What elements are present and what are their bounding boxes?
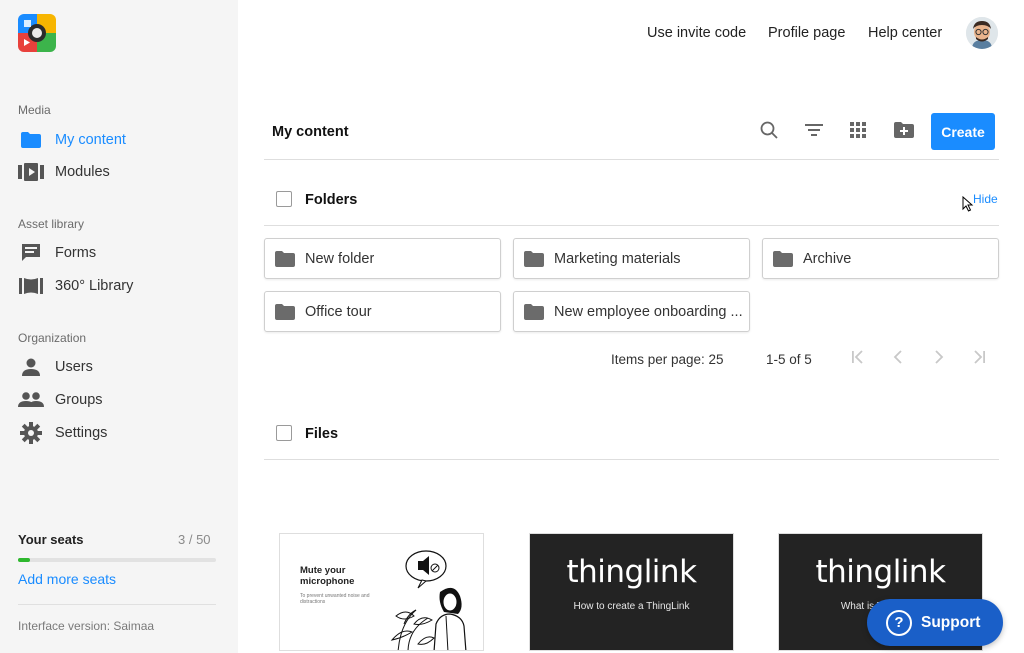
card-description: To prevent unwanted noise and distractio… bbox=[300, 593, 370, 605]
thinglink-logo-text: thinglink bbox=[566, 554, 697, 590]
chevron-right-icon bbox=[934, 349, 944, 369]
new-folder-icon bbox=[893, 121, 915, 144]
profile-page-link[interactable]: Profile page bbox=[768, 25, 845, 41]
files-heading: Files bbox=[305, 426, 339, 442]
search-button[interactable] bbox=[757, 120, 781, 144]
search-icon bbox=[760, 121, 778, 144]
folder-name: Archive bbox=[803, 250, 852, 267]
sidebar-item-label: Groups bbox=[55, 392, 103, 408]
files-select-all-checkbox[interactable] bbox=[276, 425, 292, 441]
filter-button[interactable] bbox=[802, 120, 826, 144]
next-page-button[interactable] bbox=[931, 349, 947, 369]
add-more-seats-link[interactable]: Add more seats bbox=[18, 571, 116, 587]
use-invite-code-link[interactable]: Use invite code bbox=[647, 25, 746, 41]
user-icon bbox=[18, 356, 44, 378]
folder-name: New employee onboarding ... bbox=[554, 303, 743, 320]
folder-icon bbox=[523, 250, 545, 268]
media-section-title: Media bbox=[18, 103, 51, 117]
seats-label: Your seats bbox=[18, 532, 84, 547]
thinglink-logo-text: thinglink bbox=[815, 554, 946, 590]
sidebar-item-modules[interactable]: Modules bbox=[18, 160, 110, 184]
question-icon: ? bbox=[886, 609, 912, 636]
interface-version: Interface version: Saimaa bbox=[18, 619, 155, 633]
first-page-button[interactable] bbox=[850, 349, 866, 369]
new-folder-button[interactable] bbox=[892, 120, 916, 144]
mouse-cursor-icon bbox=[962, 195, 974, 217]
items-per-page-select[interactable]: Items per page: 25 bbox=[611, 352, 724, 367]
grid-view-button[interactable] bbox=[846, 120, 870, 144]
library-360-icon bbox=[18, 275, 44, 297]
page-title: My content bbox=[272, 124, 349, 140]
seats-progress-bar bbox=[18, 558, 216, 562]
pagination-range: 1-5 of 5 bbox=[766, 352, 812, 367]
organization-section-title: Organization bbox=[18, 331, 87, 345]
sidebar-item-groups[interactable]: Groups bbox=[18, 388, 103, 412]
create-button[interactable]: Create bbox=[931, 113, 995, 150]
sidebar-item-users[interactable]: Users bbox=[18, 355, 93, 379]
folder-name: New folder bbox=[305, 250, 375, 267]
asset-library-section-title: Asset library bbox=[18, 217, 85, 231]
folder-icon bbox=[274, 303, 296, 321]
sidebar-item-label: Forms bbox=[55, 245, 97, 261]
folder-card[interactable]: Office tour bbox=[264, 291, 501, 332]
sidebar-item-360-library[interactable]: 360° Library bbox=[18, 274, 133, 298]
grid-view-icon bbox=[850, 121, 866, 143]
card-subtitle: How to create a ThingLink bbox=[573, 601, 690, 612]
sidebar-item-settings[interactable]: Settings bbox=[18, 421, 107, 445]
sidebar-item-forms[interactable]: Forms bbox=[18, 241, 96, 265]
sidebar-item-label: Modules bbox=[55, 164, 110, 180]
folders-heading: Folders bbox=[305, 192, 358, 208]
forms-icon bbox=[18, 242, 44, 264]
folder-name: Marketing materials bbox=[554, 250, 681, 267]
avatar[interactable] bbox=[966, 17, 998, 49]
folders-divider bbox=[264, 225, 999, 226]
first-page-icon bbox=[851, 349, 865, 369]
gear-icon bbox=[18, 422, 44, 444]
folder-card[interactable]: New folder bbox=[264, 238, 501, 279]
help-center-link[interactable]: Help center bbox=[868, 25, 942, 41]
support-button[interactable]: ? Support bbox=[867, 599, 1003, 646]
card-title: Mute your microphone bbox=[300, 565, 355, 587]
sidebar-divider bbox=[18, 604, 216, 605]
file-card[interactable]: thinglink How to create a ThingLink bbox=[529, 533, 734, 651]
folder-card[interactable]: Marketing materials bbox=[513, 238, 750, 279]
sidebar-item-label: Users bbox=[55, 359, 93, 375]
sidebar-item-label: My content bbox=[55, 132, 126, 148]
chevron-left-icon bbox=[893, 349, 903, 369]
folders-select-all-checkbox[interactable] bbox=[276, 191, 292, 207]
folder-card[interactable]: Archive bbox=[762, 238, 999, 279]
filter-icon bbox=[805, 123, 823, 142]
files-divider bbox=[264, 459, 999, 460]
hide-folders-link[interactable]: Hide bbox=[973, 192, 998, 206]
sidebar-item-label: 360° Library bbox=[55, 278, 134, 294]
sidebar: Media My content Modules Asset library F… bbox=[0, 0, 238, 653]
folder-icon bbox=[274, 250, 296, 268]
sidebar-item-my-content[interactable]: My content bbox=[18, 128, 126, 152]
folder-name: Office tour bbox=[305, 303, 372, 320]
file-card[interactable]: Mute your microphone To prevent unwanted… bbox=[279, 533, 484, 651]
folder-icon bbox=[18, 129, 44, 151]
support-label: Support bbox=[921, 613, 981, 631]
folder-card[interactable]: New employee onboarding ... bbox=[513, 291, 750, 332]
folder-icon bbox=[772, 250, 794, 268]
folder-icon bbox=[523, 303, 545, 321]
woman-with-speaker-illustration bbox=[390, 550, 467, 650]
sidebar-item-label: Settings bbox=[55, 425, 108, 441]
seats-count: 3 / 50 bbox=[178, 532, 211, 547]
last-page-icon bbox=[972, 349, 986, 369]
header-divider bbox=[264, 159, 999, 160]
app-logo[interactable] bbox=[18, 14, 56, 52]
modules-icon bbox=[18, 161, 44, 183]
last-page-button[interactable] bbox=[971, 349, 987, 369]
previous-page-button[interactable] bbox=[890, 349, 906, 369]
groups-icon bbox=[18, 389, 44, 411]
seats-progress-fill bbox=[18, 558, 30, 562]
